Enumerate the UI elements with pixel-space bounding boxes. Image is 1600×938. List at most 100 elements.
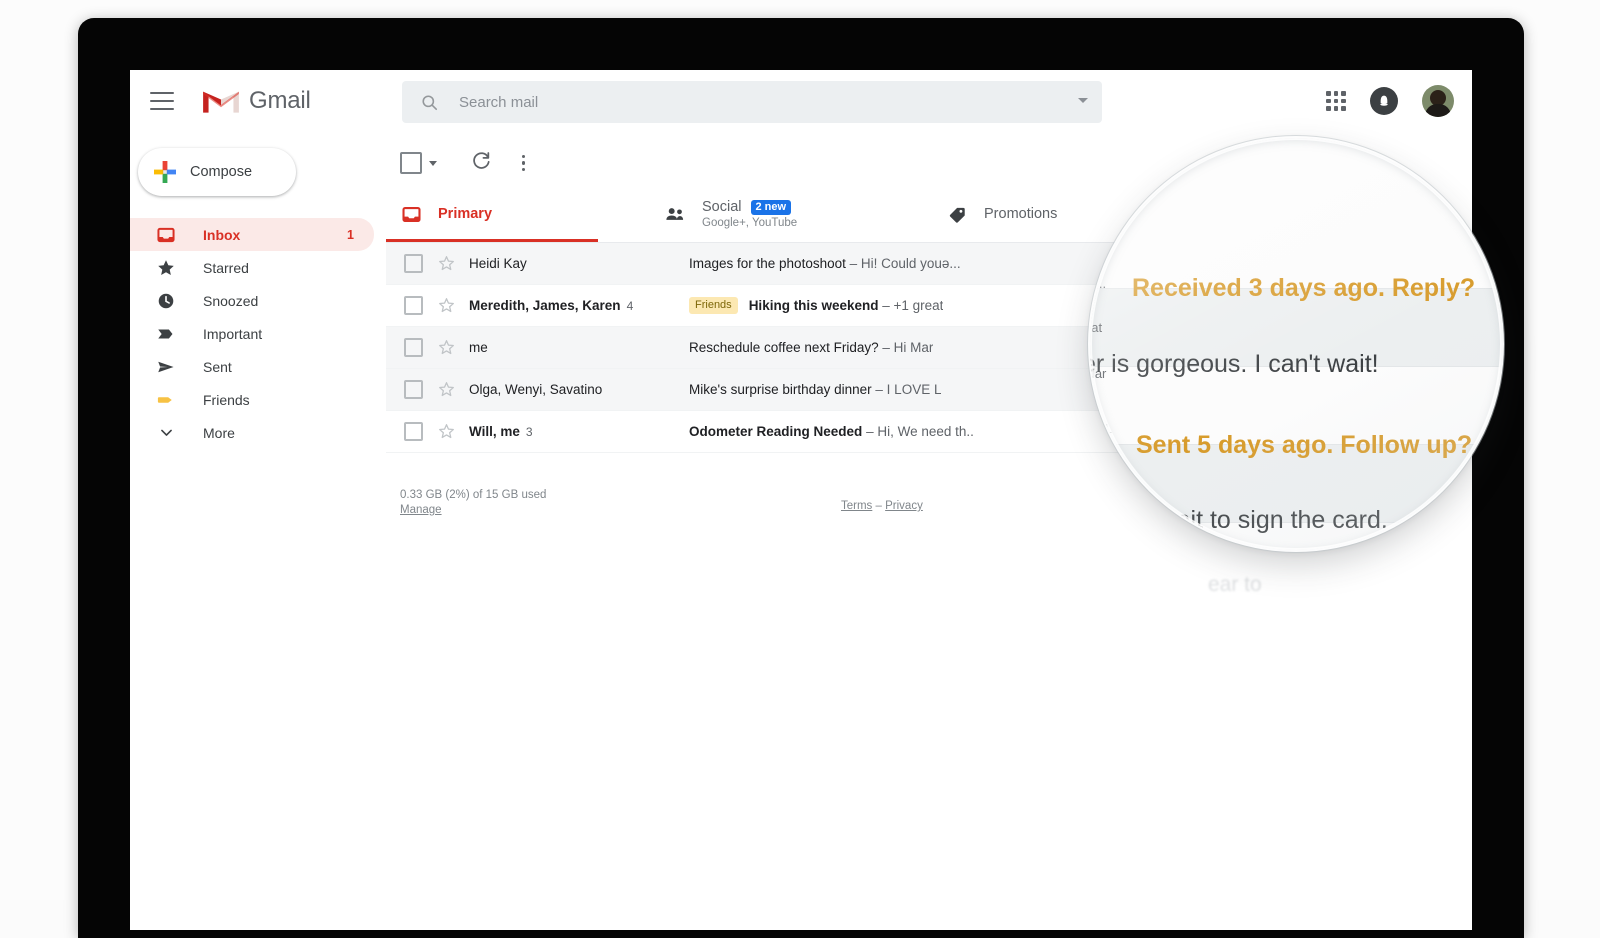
select-all-chevron-down-icon[interactable] xyxy=(429,160,437,166)
sender-name: Will, me xyxy=(469,424,520,439)
row-subject-area: Reschedule coffee next Friday? – Hi Mar xyxy=(689,340,933,355)
select-all-checkbox[interactable] xyxy=(400,152,422,174)
compose-button[interactable]: Compose xyxy=(138,148,296,196)
lens-nudge-line: Sent 5 days ago. Follow up? xyxy=(1136,431,1473,459)
sidebar-item-snoozed[interactable]: Snoozed xyxy=(130,284,374,317)
row-snippet: – I LOVE L xyxy=(875,382,942,397)
sidebar-item-label: Important xyxy=(203,325,263,342)
row-subject: Reschedule coffee next Friday? xyxy=(689,340,879,355)
ghost-text-under-lens: ear to xyxy=(1208,573,1262,596)
lens-fragment: VE L xyxy=(1090,421,1113,436)
active-tab-underline xyxy=(386,239,598,242)
row-snippet: – +1 great xyxy=(882,298,944,313)
label-icon xyxy=(156,390,176,410)
star-icon[interactable] xyxy=(438,423,455,440)
star-icon[interactable] xyxy=(438,339,455,356)
storage-usage-text: 0.33 GB (2%) of 15 GB used xyxy=(400,489,547,501)
row-sender: Heidi Kay xyxy=(469,256,689,271)
sidebar-item-friends[interactable]: Friends xyxy=(130,383,374,416)
lens-fragment: eat xyxy=(1090,320,1103,335)
row-subject-area: Mike's surprise birthday dinner – I LOVE… xyxy=(689,382,941,397)
search-input[interactable]: Search mail xyxy=(459,94,538,111)
tab-primary[interactable]: Primary xyxy=(386,186,612,242)
search-bar[interactable]: Search mail xyxy=(402,81,1102,123)
row-checkbox[interactable] xyxy=(404,422,423,441)
star-icon xyxy=(156,258,176,278)
support-glyph xyxy=(1380,95,1388,106)
refresh-icon[interactable] xyxy=(471,150,492,176)
tab-social[interactable]: Social 2 new Google+, YouTube xyxy=(612,186,894,242)
people-icon xyxy=(664,203,686,225)
sender-name: Meredith, James, Karen xyxy=(469,298,621,313)
lens-body-line: er is gorgeous. I can't wait! xyxy=(1090,350,1379,378)
row-subject: Odometer Reading Needed xyxy=(689,424,863,439)
sidebar-item-important[interactable]: Important xyxy=(130,317,374,350)
terms-link[interactable]: Terms xyxy=(841,500,872,512)
gmail-logo[interactable]: Gmail xyxy=(202,87,311,115)
lens-body-line: n't wait to sign the card. xyxy=(1126,506,1388,534)
legal-links: Terms – Privacy xyxy=(841,500,923,512)
lens-fragment: ə... xyxy=(1090,276,1107,291)
sender-name: Heidi Kay xyxy=(469,256,527,271)
thread-count: 4 xyxy=(626,299,634,313)
lens-fragment: eed th.. xyxy=(1090,473,1126,488)
sidebar-item-starred[interactable]: Starred xyxy=(130,251,374,284)
sidebar-item-inbox[interactable]: Inbox 1 xyxy=(130,218,374,251)
row-snippet: – Hi Mar xyxy=(882,340,934,355)
inbox-unread-count: 1 xyxy=(347,227,354,242)
tab-label: Primary xyxy=(438,206,493,222)
star-icon[interactable] xyxy=(438,381,455,398)
row-checkbox[interactable] xyxy=(404,296,423,315)
row-subject: Images for the photoshoot xyxy=(689,256,846,271)
google-apps-grid-icon[interactable] xyxy=(1326,91,1346,111)
tab-badge: 2 new xyxy=(750,199,792,215)
row-sender: Meredith, James, Karen 4 xyxy=(469,298,689,313)
avatar[interactable] xyxy=(1422,85,1454,117)
sidebar-item-more[interactable]: More xyxy=(130,416,374,449)
label-chip[interactable]: Friends xyxy=(689,296,738,315)
row-snippet: – Hi! Could youə... xyxy=(849,256,961,271)
clock-icon xyxy=(156,291,176,311)
star-icon[interactable] xyxy=(438,297,455,314)
sidebar-item-label: Sent xyxy=(203,358,232,375)
lens-content: ə... eat Mar VE L eed th.. Received 3 da… xyxy=(1090,138,1502,550)
row-snippet: – Hi, We need th.. xyxy=(866,424,974,439)
sidebar-item-label: Snoozed xyxy=(203,292,259,309)
row-checkbox[interactable] xyxy=(404,254,423,273)
magnifier-lens: ə... eat Mar VE L eed th.. Received 3 da… xyxy=(1090,138,1502,550)
sidebar: Compose Inbox 1 Starred Snoozed Importan… xyxy=(130,132,386,930)
sidebar-item-label: Starred xyxy=(203,259,249,276)
more-vertical-icon[interactable] xyxy=(522,154,526,172)
row-sender: me xyxy=(469,340,689,355)
sidebar-nav: Inbox 1 Starred Snoozed Important Sent F… xyxy=(130,218,386,449)
sidebar-item-label: Inbox xyxy=(203,226,241,243)
gmail-header: Gmail Search mail xyxy=(130,70,1472,132)
row-sender: Will, me 3 xyxy=(469,424,689,439)
row-subject-area: Odometer Reading Needed – Hi, We need th… xyxy=(689,424,974,439)
tab-subtitle: Google+, YouTube xyxy=(702,217,798,229)
row-sender: Olga, Wenyi, Savatino xyxy=(469,382,689,397)
laptop-device-frame: Gmail Search mail Compose Inbox 1 Starre… xyxy=(78,18,1524,938)
legal-separator: – xyxy=(875,500,882,512)
compose-label: Compose xyxy=(190,164,253,180)
search-icon xyxy=(422,94,438,110)
gmail-wordmark: Gmail xyxy=(249,87,311,114)
star-icon[interactable] xyxy=(438,255,455,272)
inbox-icon xyxy=(156,225,176,245)
privacy-link[interactable]: Privacy xyxy=(885,500,923,512)
gmail-m-logo xyxy=(203,91,239,113)
inbox-icon xyxy=(400,203,422,225)
screenshot-stage: Gmail Search mail Compose Inbox 1 Starre… xyxy=(0,0,1600,938)
row-checkbox[interactable] xyxy=(404,338,423,357)
header-actions xyxy=(1326,70,1454,132)
row-checkbox[interactable] xyxy=(404,380,423,399)
sender-name: me xyxy=(469,340,488,355)
sidebar-item-sent[interactable]: Sent xyxy=(130,350,374,383)
chevron-down-icon[interactable] xyxy=(1078,98,1088,103)
plus-icon xyxy=(154,161,176,183)
row-subject: Mike's surprise birthday dinner xyxy=(689,382,872,397)
sidebar-item-label: Friends xyxy=(203,391,250,408)
send-icon xyxy=(156,357,176,377)
hamburger-icon[interactable] xyxy=(150,92,174,110)
support-icon[interactable] xyxy=(1370,87,1398,115)
